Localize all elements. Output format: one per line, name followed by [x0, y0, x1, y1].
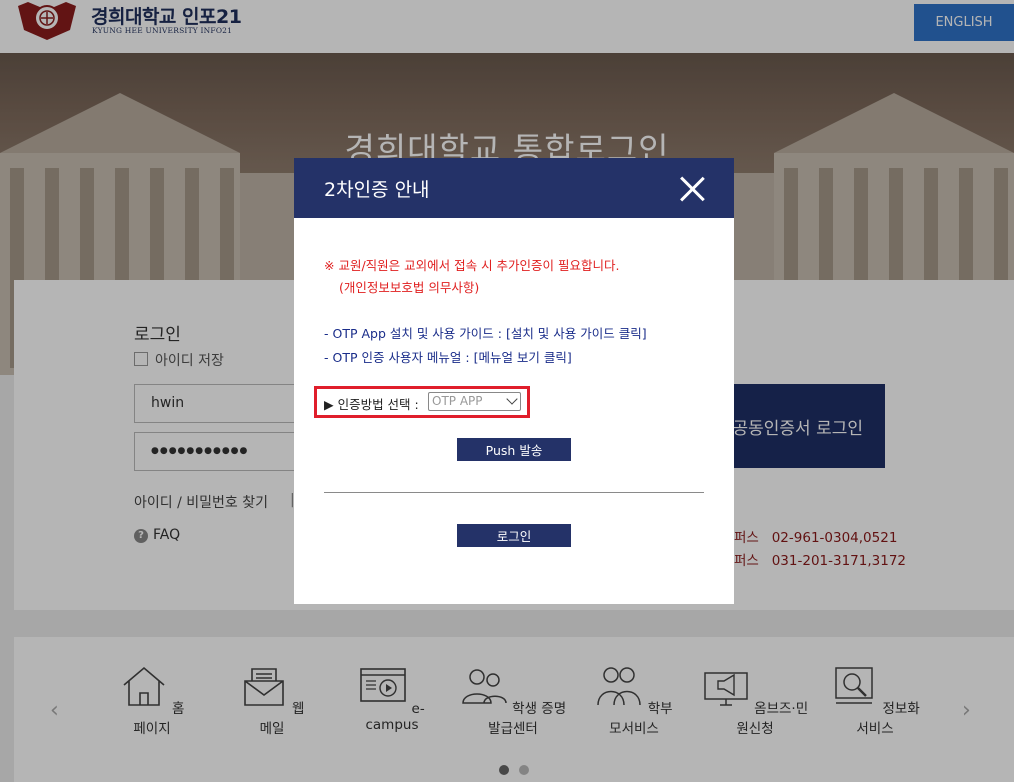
modal-header: 2차인증 안내	[294, 158, 734, 218]
modal-login-button[interactable]: 로그인	[457, 524, 571, 547]
notice-line-1: ※ 교원/직원은 교외에서 접속 시 추가인증이 필요합니다.	[324, 258, 620, 273]
auth-method-label: ▶ 인증방법 선택 :	[324, 397, 419, 412]
divider	[324, 492, 704, 493]
modal-title: 2차인증 안내	[324, 179, 430, 201]
otp-install-guide-text: - OTP App 설치 및 사용 가이드 :	[324, 326, 506, 341]
auth-method-select[interactable]: OTP APP	[428, 392, 521, 411]
otp-install-guide: - OTP App 설치 및 사용 가이드 : [설치 및 사용 가이드 클릭]	[324, 323, 647, 342]
notice-line-2: (개인정보보호법 의무사항)	[339, 280, 480, 295]
otp-install-guide-link[interactable]: [설치 및 사용 가이드 클릭]	[506, 326, 647, 341]
chevron-down-icon	[506, 393, 518, 405]
otp-user-manual-link[interactable]: [메뉴얼 보기 클릭]	[474, 350, 572, 365]
auth-method-selected-value: OTP APP	[432, 394, 483, 408]
two-factor-auth-modal: 2차인증 안내 ※ 교원/직원은 교외에서 접속 시 추가인증이 필요합니다. …	[294, 158, 734, 604]
push-send-button[interactable]: Push 발송	[457, 438, 571, 461]
close-icon[interactable]	[679, 176, 705, 202]
otp-user-manual: - OTP 인증 사용자 메뉴얼 : [메뉴얼 보기 클릭]	[324, 347, 572, 366]
otp-user-manual-text: - OTP 인증 사용자 메뉴얼 :	[324, 350, 474, 365]
